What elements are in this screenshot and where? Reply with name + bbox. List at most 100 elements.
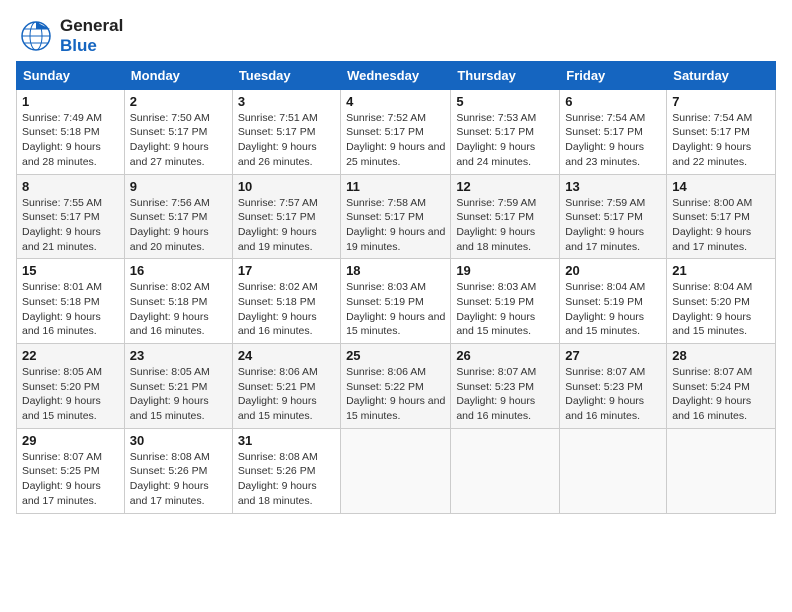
day-info: Sunrise: 7:52 AM Sunset: 5:17 PM Dayligh…	[346, 111, 445, 170]
daylight-label: Daylight: 9 hours and 15 minutes.	[346, 311, 445, 338]
sunset-label: Sunset: 5:19 PM	[346, 296, 424, 308]
day-info: Sunrise: 7:53 AM Sunset: 5:17 PM Dayligh…	[456, 111, 554, 170]
calendar-cell	[667, 428, 776, 513]
daylight-label: Daylight: 9 hours and 21 minutes.	[22, 226, 101, 253]
day-number: 13	[565, 179, 661, 194]
sunset-label: Sunset: 5:25 PM	[22, 465, 100, 477]
day-info: Sunrise: 8:03 AM Sunset: 5:19 PM Dayligh…	[456, 280, 554, 339]
daylight-label: Daylight: 9 hours and 16 minutes.	[565, 395, 644, 422]
daylight-label: Daylight: 9 hours and 16 minutes.	[238, 311, 317, 338]
day-info: Sunrise: 7:56 AM Sunset: 5:17 PM Dayligh…	[130, 196, 227, 255]
day-number: 22	[22, 348, 119, 363]
day-info: Sunrise: 7:59 AM Sunset: 5:17 PM Dayligh…	[565, 196, 661, 255]
day-number: 1	[22, 94, 119, 109]
day-header-thursday: Thursday	[451, 61, 560, 89]
day-number: 10	[238, 179, 335, 194]
calendar-cell: 23 Sunrise: 8:05 AM Sunset: 5:21 PM Dayl…	[124, 344, 232, 429]
day-number: 23	[130, 348, 227, 363]
sunrise-label: Sunrise: 7:56 AM	[130, 197, 210, 209]
daylight-label: Daylight: 9 hours and 16 minutes.	[22, 311, 101, 338]
logo: General Blue	[16, 16, 123, 57]
day-info: Sunrise: 8:05 AM Sunset: 5:21 PM Dayligh…	[130, 365, 227, 424]
day-number: 17	[238, 263, 335, 278]
day-info: Sunrise: 7:51 AM Sunset: 5:17 PM Dayligh…	[238, 111, 335, 170]
week-row-2: 8 Sunrise: 7:55 AM Sunset: 5:17 PM Dayli…	[17, 174, 776, 259]
day-info: Sunrise: 8:01 AM Sunset: 5:18 PM Dayligh…	[22, 280, 119, 339]
sunset-label: Sunset: 5:17 PM	[672, 126, 750, 138]
sunrise-label: Sunrise: 7:52 AM	[346, 112, 426, 124]
daylight-label: Daylight: 9 hours and 17 minutes.	[22, 480, 101, 507]
day-info: Sunrise: 7:59 AM Sunset: 5:17 PM Dayligh…	[456, 196, 554, 255]
day-info: Sunrise: 7:55 AM Sunset: 5:17 PM Dayligh…	[22, 196, 119, 255]
day-number: 26	[456, 348, 554, 363]
day-number: 7	[672, 94, 770, 109]
calendar-cell: 22 Sunrise: 8:05 AM Sunset: 5:20 PM Dayl…	[17, 344, 125, 429]
week-row-1: 1 Sunrise: 7:49 AM Sunset: 5:18 PM Dayli…	[17, 89, 776, 174]
sunrise-label: Sunrise: 7:57 AM	[238, 197, 318, 209]
day-number: 11	[346, 179, 445, 194]
sunset-label: Sunset: 5:17 PM	[456, 126, 534, 138]
calendar-cell: 5 Sunrise: 7:53 AM Sunset: 5:17 PM Dayli…	[451, 89, 560, 174]
sunset-label: Sunset: 5:19 PM	[565, 296, 643, 308]
day-info: Sunrise: 8:07 AM Sunset: 5:24 PM Dayligh…	[672, 365, 770, 424]
calendar-cell: 8 Sunrise: 7:55 AM Sunset: 5:17 PM Dayli…	[17, 174, 125, 259]
day-info: Sunrise: 8:08 AM Sunset: 5:26 PM Dayligh…	[238, 450, 335, 509]
calendar-cell: 1 Sunrise: 7:49 AM Sunset: 5:18 PM Dayli…	[17, 89, 125, 174]
day-number: 25	[346, 348, 445, 363]
calendar-body: 1 Sunrise: 7:49 AM Sunset: 5:18 PM Dayli…	[17, 89, 776, 513]
daylight-label: Daylight: 9 hours and 15 minutes.	[238, 395, 317, 422]
sunset-label: Sunset: 5:21 PM	[130, 381, 208, 393]
sunset-label: Sunset: 5:26 PM	[238, 465, 316, 477]
calendar-cell: 4 Sunrise: 7:52 AM Sunset: 5:17 PM Dayli…	[341, 89, 451, 174]
day-number: 24	[238, 348, 335, 363]
day-number: 8	[22, 179, 119, 194]
day-number: 27	[565, 348, 661, 363]
daylight-label: Daylight: 9 hours and 15 minutes.	[456, 311, 535, 338]
sunset-label: Sunset: 5:17 PM	[672, 211, 750, 223]
sunset-label: Sunset: 5:17 PM	[130, 211, 208, 223]
week-row-5: 29 Sunrise: 8:07 AM Sunset: 5:25 PM Dayl…	[17, 428, 776, 513]
sunrise-label: Sunrise: 8:04 AM	[565, 281, 645, 293]
day-info: Sunrise: 8:06 AM Sunset: 5:21 PM Dayligh…	[238, 365, 335, 424]
day-number: 28	[672, 348, 770, 363]
calendar-cell: 26 Sunrise: 8:07 AM Sunset: 5:23 PM Dayl…	[451, 344, 560, 429]
day-header-monday: Monday	[124, 61, 232, 89]
sunset-label: Sunset: 5:18 PM	[22, 296, 100, 308]
sunset-label: Sunset: 5:17 PM	[565, 211, 643, 223]
days-header-row: SundayMondayTuesdayWednesdayThursdayFrid…	[17, 61, 776, 89]
day-info: Sunrise: 8:08 AM Sunset: 5:26 PM Dayligh…	[130, 450, 227, 509]
sunrise-label: Sunrise: 7:49 AM	[22, 112, 102, 124]
day-header-friday: Friday	[560, 61, 667, 89]
day-info: Sunrise: 8:00 AM Sunset: 5:17 PM Dayligh…	[672, 196, 770, 255]
day-info: Sunrise: 7:49 AM Sunset: 5:18 PM Dayligh…	[22, 111, 119, 170]
sunrise-label: Sunrise: 7:53 AM	[456, 112, 536, 124]
sunset-label: Sunset: 5:17 PM	[130, 126, 208, 138]
sunrise-label: Sunrise: 8:07 AM	[22, 451, 102, 463]
daylight-label: Daylight: 9 hours and 16 minutes.	[130, 311, 209, 338]
sunset-label: Sunset: 5:20 PM	[22, 381, 100, 393]
day-number: 15	[22, 263, 119, 278]
day-number: 9	[130, 179, 227, 194]
daylight-label: Daylight: 9 hours and 15 minutes.	[565, 311, 644, 338]
day-number: 21	[672, 263, 770, 278]
sunrise-label: Sunrise: 7:54 AM	[672, 112, 752, 124]
calendar-cell: 30 Sunrise: 8:08 AM Sunset: 5:26 PM Dayl…	[124, 428, 232, 513]
day-number: 31	[238, 433, 335, 448]
sunset-label: Sunset: 5:18 PM	[22, 126, 100, 138]
daylight-label: Daylight: 9 hours and 17 minutes.	[565, 226, 644, 253]
day-info: Sunrise: 7:57 AM Sunset: 5:17 PM Dayligh…	[238, 196, 335, 255]
calendar-cell: 11 Sunrise: 7:58 AM Sunset: 5:17 PM Dayl…	[341, 174, 451, 259]
sunrise-label: Sunrise: 8:03 AM	[456, 281, 536, 293]
daylight-label: Daylight: 9 hours and 24 minutes.	[456, 141, 535, 168]
day-info: Sunrise: 8:04 AM Sunset: 5:19 PM Dayligh…	[565, 280, 661, 339]
sunrise-label: Sunrise: 7:54 AM	[565, 112, 645, 124]
calendar-cell: 10 Sunrise: 7:57 AM Sunset: 5:17 PM Dayl…	[232, 174, 340, 259]
sunset-label: Sunset: 5:17 PM	[565, 126, 643, 138]
day-info: Sunrise: 8:06 AM Sunset: 5:22 PM Dayligh…	[346, 365, 445, 424]
daylight-label: Daylight: 9 hours and 19 minutes.	[238, 226, 317, 253]
daylight-label: Daylight: 9 hours and 17 minutes.	[130, 480, 209, 507]
daylight-label: Daylight: 9 hours and 16 minutes.	[672, 395, 751, 422]
calendar-cell: 21 Sunrise: 8:04 AM Sunset: 5:20 PM Dayl…	[667, 259, 776, 344]
sunset-label: Sunset: 5:26 PM	[130, 465, 208, 477]
daylight-label: Daylight: 9 hours and 18 minutes.	[456, 226, 535, 253]
